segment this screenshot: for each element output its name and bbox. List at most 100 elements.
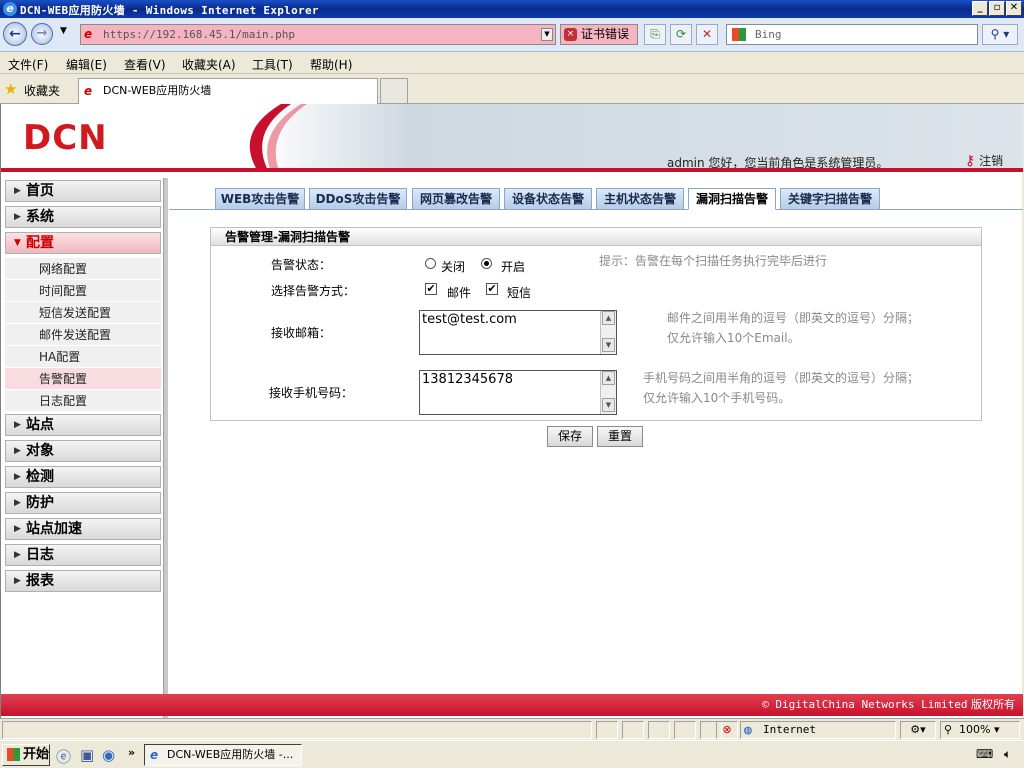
alert-panel: 告警管理-漏洞扫描告警 告警状态： 关闭 开启 提示：告警在每个扫描任务执行完毕… xyxy=(210,227,982,421)
keyboard-icon[interactable]: ⌨ xyxy=(976,747,993,761)
menu-help[interactable]: 帮助(H) xyxy=(310,56,352,73)
save-button[interactable]: 保存 xyxy=(547,426,593,447)
sidebar-sub-mail[interactable]: 邮件发送配置 xyxy=(5,324,161,346)
sidebar-item-protect[interactable]: ▶ 防护 xyxy=(5,492,161,514)
back-button[interactable]: ← xyxy=(3,22,27,46)
tab-tamper[interactable]: 网页篡改告警 xyxy=(412,188,500,210)
sidebar-sub-network[interactable]: 网络配置 xyxy=(5,258,161,280)
sidebar-item-label: 对象 xyxy=(26,443,54,459)
menu-file[interactable]: 文件(F) xyxy=(8,56,48,73)
sms-checkbox[interactable]: ✔ xyxy=(486,283,498,295)
email-scrollbar[interactable]: ▲ ▼ xyxy=(600,311,616,354)
chevron-right-icon: ▶ xyxy=(14,446,21,456)
sidebar-item-accel[interactable]: ▶ 站点加速 xyxy=(5,518,161,540)
menu-edit[interactable]: 编辑(E) xyxy=(66,56,107,73)
scroll-up-icon[interactable]: ▲ xyxy=(602,371,615,385)
sidebar-sub-time[interactable]: 时间配置 xyxy=(5,280,161,302)
taskbar: 开始 ⓔ ▣ ◉ » e DCN-WEB应用防火墙 -... ⌨ 🔈︎ xyxy=(0,740,1024,768)
status-off-radio[interactable] xyxy=(425,258,436,269)
windows-logo-icon xyxy=(7,748,20,761)
email-hint-1: 邮件之间用半角的逗号（即英文的逗号）分隔； xyxy=(667,311,920,325)
phone-scrollbar[interactable]: ▲ ▼ xyxy=(600,371,616,414)
sidebar-item-label: 报表 xyxy=(26,573,54,589)
status-on-radio[interactable] xyxy=(481,258,492,269)
mail-checkbox[interactable]: ✔ xyxy=(425,283,437,295)
email-label: 接收邮箱： xyxy=(271,326,332,340)
forward-button[interactable]: → xyxy=(31,23,53,45)
tab-title: DCN-WEB应用防火墙 xyxy=(103,84,212,97)
logout-link[interactable]: ⚷ 注销 xyxy=(965,152,1004,168)
volume-icon[interactable]: 🔈︎ xyxy=(1004,747,1011,762)
sidebar-item-object[interactable]: ▶ 对象 xyxy=(5,440,161,462)
quicklaunch-expand-icon[interactable]: » xyxy=(128,746,135,759)
stop-icon[interactable]: ✕ xyxy=(696,24,718,45)
cert-error-button[interactable]: × 证书错误 xyxy=(560,24,638,45)
sidebar-item-config[interactable]: ▼ 配置 xyxy=(5,232,161,254)
menu-favorites[interactable]: 收藏夹(A) xyxy=(182,56,236,73)
address-dropdown-icon[interactable]: ▼ xyxy=(541,28,553,41)
start-label: 开始 xyxy=(23,747,50,762)
status-pane xyxy=(622,721,644,739)
search-input[interactable]: Bing xyxy=(726,24,978,45)
compat-view-icon[interactable]: ⎘ xyxy=(644,24,666,45)
favorites-button[interactable]: 收藏夹 xyxy=(24,82,60,99)
zone-pane[interactable]: ◍ Internet xyxy=(740,721,896,739)
email-textarea[interactable]: test@test.com ▲ ▼ xyxy=(419,310,617,355)
sidebar-item-label: 检测 xyxy=(26,469,54,485)
history-dropdown-icon[interactable]: ▼ xyxy=(60,26,67,36)
sidebar-sub-sms[interactable]: 短信发送配置 xyxy=(5,302,161,324)
menu-tools[interactable]: 工具(T) xyxy=(252,56,293,73)
sidebar-item-log[interactable]: ▶ 日志 xyxy=(5,544,161,566)
sidebar-sub-alert[interactable]: 告警配置 xyxy=(5,368,161,390)
refresh-icon[interactable]: ⟳ xyxy=(670,24,692,45)
scroll-down-icon[interactable]: ▼ xyxy=(602,338,615,352)
sidebar-splitter[interactable] xyxy=(163,178,168,718)
taskbar-task-ie[interactable]: e DCN-WEB应用防火墙 -... xyxy=(144,744,302,766)
menu-bar: 文件(F) 编辑(E) 查看(V) 收藏夹(A) 工具(T) 帮助(H) xyxy=(0,52,1024,74)
sidebar-item-report[interactable]: ▶ 报表 xyxy=(5,570,161,592)
quicklaunch-media-icon[interactable]: ◉ xyxy=(102,746,115,764)
sidebar-item-detect[interactable]: ▶ 检测 xyxy=(5,466,161,488)
phone-hint-2: 仅允许输入10个手机号码。 xyxy=(643,391,791,405)
sidebar-item-label: 站点加速 xyxy=(26,521,82,537)
tab-device-status[interactable]: 设备状态告警 xyxy=(504,188,592,210)
blocked-icon[interactable]: ⊗ xyxy=(716,721,738,739)
zone-label: Internet xyxy=(763,723,816,736)
quicklaunch-ie-icon[interactable]: ⓔ xyxy=(56,746,71,767)
status-hint: 提示：告警在每个扫描任务执行完毕后进行 xyxy=(599,254,828,268)
new-tab-button[interactable] xyxy=(380,78,408,104)
copyright-cn: 版权所有 xyxy=(971,698,1015,711)
maximize-button[interactable]: ▫ xyxy=(989,1,1005,16)
sidebar-item-home[interactable]: ▶ 首页 xyxy=(5,180,161,202)
zoom-control[interactable]: ⚲ 100% ▾ xyxy=(940,721,1020,739)
close-button[interactable]: ✕ xyxy=(1006,1,1022,16)
logout-label: 注销 xyxy=(979,154,1004,168)
phone-textarea[interactable]: 13812345678 ▲ ▼ xyxy=(419,370,617,415)
sidebar-item-site[interactable]: ▶ 站点 xyxy=(5,414,161,436)
tab-web-attack[interactable]: WEB攻击告警 xyxy=(215,188,305,210)
tab-keyword-scan[interactable]: 关键字扫描告警 xyxy=(780,188,880,210)
browser-tab[interactable]: e DCN-WEB应用防火墙 xyxy=(78,78,378,104)
search-icon[interactable]: ⚲ ▾ xyxy=(982,24,1018,45)
status-pane xyxy=(596,721,618,739)
protected-mode-icon[interactable]: ⚙▾ xyxy=(900,721,936,739)
tab-vuln-scan[interactable]: 漏洞扫描告警 xyxy=(688,188,776,210)
favorites-bar: ★ 收藏夹 e DCN-WEB应用防火墙 xyxy=(0,74,1024,104)
sidebar-sub-log[interactable]: 日志配置 xyxy=(5,390,161,412)
sidebar-item-system[interactable]: ▶ 系统 xyxy=(5,206,161,228)
scroll-down-icon[interactable]: ▼ xyxy=(602,398,615,412)
reset-button[interactable]: 重置 xyxy=(597,426,643,447)
sidebar-sub-ha[interactable]: HA配置 xyxy=(5,346,161,368)
menu-view[interactable]: 查看(V) xyxy=(124,56,166,73)
zoom-value: 100% xyxy=(959,723,991,736)
start-button[interactable]: 开始 xyxy=(2,744,50,766)
minimize-button[interactable]: _ xyxy=(972,1,988,16)
status-pane xyxy=(648,721,670,739)
scroll-up-icon[interactable]: ▲ xyxy=(602,311,615,325)
chevron-down-icon: ▼ xyxy=(14,238,21,248)
address-bar[interactable]: e https://192.168.45.1/main.php ▼ xyxy=(80,24,556,45)
tab-ddos[interactable]: DDoS攻击告警 xyxy=(309,188,407,210)
tab-host-status[interactable]: 主机状态告警 xyxy=(596,188,684,210)
chevron-right-icon: ▶ xyxy=(14,576,21,586)
quicklaunch-desktop-icon[interactable]: ▣ xyxy=(80,746,94,764)
